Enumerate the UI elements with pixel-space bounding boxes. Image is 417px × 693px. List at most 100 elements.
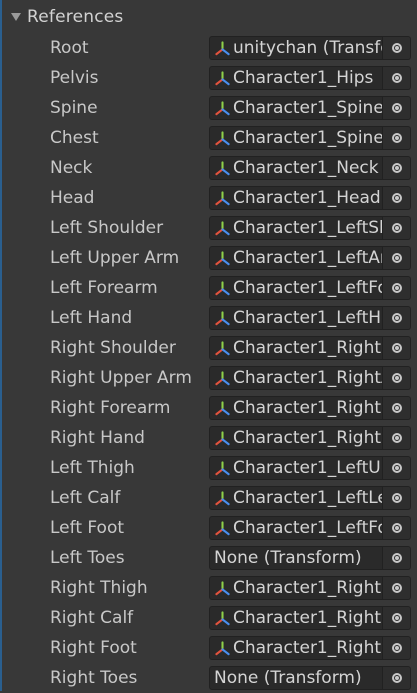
reference-row: Left Foot Character1_LeftFoot: [0, 513, 417, 543]
object-field-value: Character1_LeftShoulder: [233, 218, 382, 238]
object-field[interactable]: Character1_Spine: [209, 96, 383, 120]
object-field[interactable]: Character1_RightLeg: [209, 606, 383, 630]
reference-label: Left Thigh: [50, 458, 135, 478]
object-picker-button[interactable]: [383, 426, 411, 450]
reference-row: Right Thigh Character1_RightUpLeg: [0, 573, 417, 603]
object-field[interactable]: Character1_Head: [209, 186, 383, 210]
object-field[interactable]: Character1_LeftLeg: [209, 486, 383, 510]
object-field-value: Character1_Neck: [233, 158, 379, 178]
object-field-value: Character1_RightLeg: [233, 608, 382, 628]
transform-icon: [215, 520, 230, 535]
object-field-value: Character1_LeftForeArm: [233, 278, 382, 298]
object-picker-button[interactable]: [383, 276, 411, 300]
object-field[interactable]: Character1_RightShoulder: [209, 336, 383, 360]
object-field[interactable]: Character1_Neck: [209, 156, 383, 180]
object-field[interactable]: Character1_LeftForeArm: [209, 276, 383, 300]
object-field[interactable]: Character1_RightUpLeg: [209, 576, 383, 600]
object-field[interactable]: None (Transform): [209, 546, 383, 570]
reference-row: Right Forearm Character1_RightForeArm: [0, 393, 417, 423]
object-field[interactable]: Character1_RightFoot: [209, 636, 383, 660]
object-picker-icon: [391, 463, 402, 473]
reference-label: Left Calf: [50, 488, 121, 508]
object-picker-icon: [391, 73, 402, 83]
reference-label: Right Calf: [50, 608, 134, 628]
reference-row: Left Hand Character1_LeftHand: [0, 303, 417, 333]
object-field-value: Character1_Head: [233, 188, 381, 208]
object-field[interactable]: Character1_RightForeArm: [209, 396, 383, 420]
reference-row: Left Thigh Character1_LeftUpLeg: [0, 453, 417, 483]
reference-row: Left Upper Arm Character1_LeftArm: [0, 243, 417, 273]
reference-row: Left Toes None (Transform): [0, 543, 417, 573]
reference-row: Left Calf Character1_LeftLeg: [0, 483, 417, 513]
object-picker-icon: [391, 283, 402, 293]
object-picker-button[interactable]: [383, 636, 411, 660]
reference-label: Right Foot: [50, 638, 137, 658]
reference-row: Right Hand Character1_RightHand: [0, 423, 417, 453]
object-picker-icon: [391, 433, 402, 443]
reference-label: Root: [50, 38, 89, 58]
transform-icon: [215, 70, 230, 85]
object-field-value: Character1_RightArm: [233, 368, 382, 388]
object-picker-icon: [391, 103, 402, 113]
object-field[interactable]: Character1_Hips: [209, 66, 383, 90]
reference-label: Right Hand: [50, 428, 145, 448]
object-picker-button[interactable]: [383, 66, 411, 90]
object-picker-button[interactable]: [383, 306, 411, 330]
object-picker-button[interactable]: [383, 336, 411, 360]
object-picker-button[interactable]: [383, 126, 411, 150]
object-picker-button[interactable]: [383, 156, 411, 180]
object-picker-button[interactable]: [383, 366, 411, 390]
object-picker-button[interactable]: [383, 576, 411, 600]
object-field[interactable]: Character1_LeftFoot: [209, 516, 383, 540]
references-list: Root unitychan (Transform) Pelvis Character…: [0, 33, 417, 693]
object-field-value: Character1_RightFoot: [233, 638, 382, 658]
object-picker-icon: [391, 163, 402, 173]
object-field-value: None (Transform): [214, 668, 362, 688]
object-picker-button[interactable]: [383, 36, 411, 60]
transform-icon: [215, 220, 230, 235]
reference-label: Left Upper Arm: [50, 248, 180, 268]
object-field[interactable]: unitychan (Transform): [209, 36, 383, 60]
object-field-value: Character1_RightShoulder: [233, 338, 382, 358]
object-picker-icon: [391, 523, 402, 533]
object-picker-icon: [391, 613, 402, 623]
reference-row: Chest Character1_Spine1: [0, 123, 417, 153]
object-picker-button[interactable]: [383, 666, 411, 690]
object-field-value: Character1_RightForeArm: [233, 398, 382, 418]
object-picker-button[interactable]: [383, 96, 411, 120]
object-picker-button[interactable]: [383, 486, 411, 510]
object-picker-icon: [391, 493, 402, 503]
object-field-value: Character1_LeftArm: [233, 248, 382, 268]
object-field[interactable]: Character1_RightArm: [209, 366, 383, 390]
object-picker-button[interactable]: [383, 516, 411, 540]
transform-icon: [215, 400, 230, 415]
triangle-down-icon[interactable]: [11, 13, 21, 21]
object-field[interactable]: Character1_LeftShoulder: [209, 216, 383, 240]
object-picker-button[interactable]: [383, 216, 411, 240]
object-picker-button[interactable]: [383, 606, 411, 630]
object-picker-button[interactable]: [383, 186, 411, 210]
object-field[interactable]: Character1_LeftHand: [209, 306, 383, 330]
object-picker-button[interactable]: [383, 246, 411, 270]
references-foldout[interactable]: References: [0, 3, 417, 31]
reference-label: Pelvis: [50, 68, 99, 88]
reference-label: Head: [50, 188, 95, 208]
object-picker-button[interactable]: [383, 396, 411, 420]
object-field-value: Character1_LeftLeg: [233, 488, 383, 508]
reference-label: Right Forearm: [50, 398, 171, 418]
reference-label: Left Hand: [50, 308, 133, 328]
object-picker-button[interactable]: [383, 546, 411, 570]
reference-row: Root unitychan (Transform): [0, 33, 417, 63]
object-picker-icon: [391, 253, 402, 263]
transform-icon: [215, 250, 230, 265]
object-picker-icon: [391, 193, 402, 203]
object-field[interactable]: None (Transform): [209, 666, 383, 690]
object-field[interactable]: Character1_LeftUpLeg: [209, 456, 383, 480]
object-field[interactable]: Character1_LeftArm: [209, 246, 383, 270]
reference-row: Neck Character1_Neck: [0, 153, 417, 183]
object-field[interactable]: Character1_Spine1: [209, 126, 383, 150]
object-picker-button[interactable]: [383, 456, 411, 480]
object-field[interactable]: Character1_RightHand: [209, 426, 383, 450]
reference-row: Left Shoulder Character1_LeftShoulder: [0, 213, 417, 243]
transform-icon: [215, 190, 230, 205]
